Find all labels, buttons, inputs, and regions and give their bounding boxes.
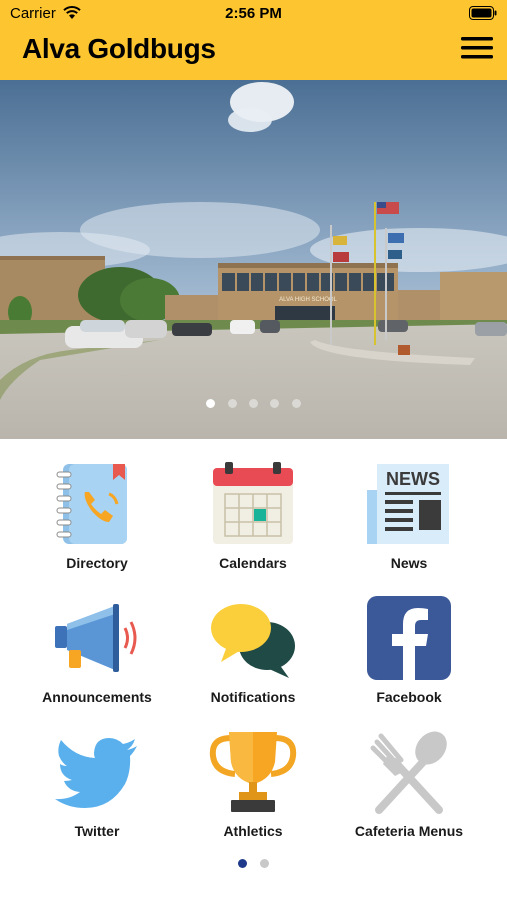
fork-spoon-icon	[370, 731, 447, 814]
tile-label: Directory	[66, 555, 128, 571]
tile-label: Cafeteria Menus	[354, 823, 464, 839]
tile-twitter[interactable]: Twitter	[22, 718, 172, 839]
tile-label: Notifications	[210, 689, 296, 705]
megaphone-icon	[55, 604, 137, 672]
svg-text:NEWS: NEWS	[386, 469, 440, 489]
hero-page-indicator	[0, 395, 507, 413]
tile-label: Athletics	[223, 823, 283, 839]
grid-page-indicator	[0, 855, 507, 873]
trophy-icon	[209, 732, 297, 812]
battery-icon	[469, 6, 497, 20]
tile-directory[interactable]: Directory	[22, 450, 172, 571]
nav-bar: Alva Goldbugs	[0, 28, 507, 80]
tile-notifications[interactable]: Notifications	[178, 584, 328, 705]
chat-bubbles-icon	[211, 604, 295, 678]
hero-dot-4[interactable]	[270, 399, 280, 408]
status-bar: Carrier 2:56 PM	[0, 0, 507, 28]
tile-athletics[interactable]: Athletics	[178, 718, 328, 839]
clock: 2:56 PM	[225, 5, 282, 22]
address-book-icon	[56, 464, 127, 544]
hero-carousel[interactable]: ALVA HIGH SCHOOL	[0, 80, 507, 439]
tile-label: News	[390, 555, 428, 571]
page-dot-2[interactable]	[259, 859, 269, 868]
tile-label: Announcements	[42, 689, 152, 705]
tile-announcements[interactable]: Announcements	[22, 584, 172, 705]
twitter-bird-icon	[55, 738, 137, 808]
hero-dot-3[interactable]	[249, 399, 258, 408]
tile-cafeteria-menus[interactable]: Cafeteria Menus	[334, 718, 484, 839]
school-building-photo: ALVA HIGH SCHOOL	[0, 80, 507, 439]
hamburger-menu-icon[interactable]	[461, 36, 493, 60]
hero-dot-2[interactable]	[227, 399, 237, 408]
calendar-icon	[213, 462, 293, 544]
tile-facebook[interactable]: Facebook	[334, 584, 484, 705]
tile-label: Facebook	[376, 689, 442, 705]
app-title: Alva Goldbugs	[22, 33, 216, 64]
tile-news[interactable]: NEWS News	[334, 450, 484, 571]
hero-dot-1[interactable]	[206, 399, 216, 408]
hero-dot-5[interactable]	[291, 399, 301, 408]
building-sign-text: ALVA HIGH SCHOOL	[279, 297, 337, 303]
tile-label: Twitter	[74, 823, 120, 839]
newspaper-icon: NEWS	[367, 464, 449, 544]
page-dot-1[interactable]	[238, 859, 248, 868]
facebook-icon	[367, 596, 451, 680]
tile-label: Calendars	[219, 555, 287, 571]
tile-calendars[interactable]: Calendars	[178, 450, 328, 571]
